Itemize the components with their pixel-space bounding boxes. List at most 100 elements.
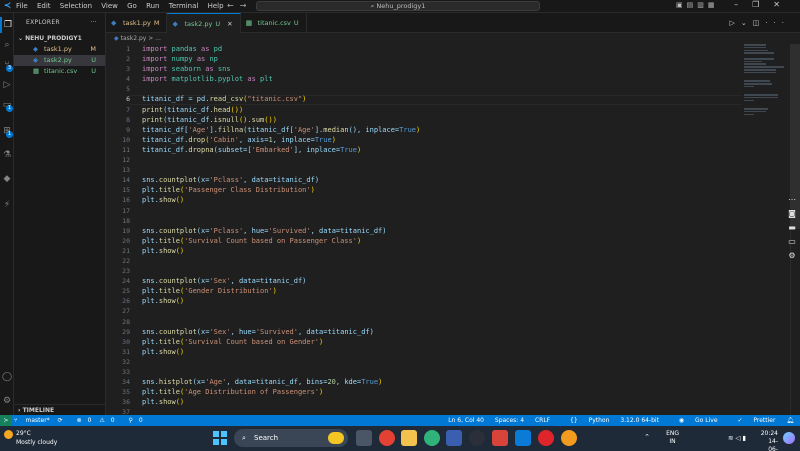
explorer-icon[interactable]: ❐ (0, 17, 14, 33)
code-line[interactable]: plt.title('Survival Count based on Passe… (142, 236, 742, 246)
command-center-search[interactable]: ⌕ Nehu_prodigy1 (256, 1, 540, 11)
menu-selection[interactable]: Selection (60, 2, 92, 10)
code-line[interactable]: plt.show() (142, 347, 742, 357)
language-indicator[interactable]: ENG IN (666, 430, 679, 446)
app-icon[interactable] (492, 430, 508, 446)
window-controls[interactable]: –❐✕ (734, 0, 794, 9)
source-control-icon[interactable]: ⑂3 (0, 57, 14, 73)
branch-indicator[interactable]: ⑂ master* ⟳ (14, 417, 69, 424)
code-content[interactable]: import pandas as pd import numpy as np imp… (142, 44, 742, 417)
code-line[interactable]: import pandas as pd (142, 44, 742, 54)
menu-view[interactable]: View (101, 2, 118, 10)
tab-task1[interactable]: ◆ task1.py M (106, 13, 168, 33)
run-debug-icon[interactable]: ▷ (0, 77, 14, 93)
code-line[interactable]: import seaborn as sns (142, 64, 742, 74)
code-line[interactable]: plt.title('Passenger Class Distribution'… (142, 185, 742, 195)
menu-help[interactable]: Help (208, 2, 224, 10)
chrome-icon[interactable] (379, 430, 395, 446)
code-line[interactable]: sns.histplot(x='Age', data=titanic_df, b… (142, 377, 742, 387)
code-line[interactable] (142, 367, 742, 377)
indentation[interactable]: Spaces: 4 (495, 417, 524, 424)
settings-gear-icon[interactable]: ⚙ (0, 393, 14, 409)
prettier-button[interactable]: ✓ Prettier (728, 417, 775, 424)
code-line[interactable]: titanic_df = pd.read_csv("titanic.csv") (142, 94, 742, 104)
clock[interactable]: 20:24 14-06-2024 (761, 430, 778, 451)
code-line[interactable]: sns.countplot(x='Sex', hue='Survived', d… (142, 327, 742, 337)
menu-run[interactable]: Run (146, 2, 159, 10)
more-actions-icon[interactable]: ··· (90, 13, 97, 33)
code-line[interactable] (142, 256, 742, 266)
code-line[interactable] (142, 306, 742, 316)
code-line[interactable]: plt.show() (142, 397, 742, 407)
editor-actions[interactable]: ▷⌄◫··· (729, 13, 790, 33)
code-line[interactable]: sns.countplot(x='Sex', data=titanic_df) (142, 276, 742, 286)
video-icon[interactable]: ▬ (784, 221, 800, 235)
problems-indicator[interactable]: ⊗ 0 ⚠ 0 (77, 417, 121, 424)
file-explorer-icon[interactable] (401, 430, 417, 446)
go-live-button[interactable]: ◉ Go Live (670, 417, 718, 424)
close-icon[interactable]: ✕ (227, 20, 232, 28)
menu-file[interactable]: File (16, 2, 28, 10)
code-line[interactable]: sns.countplot(x='Pclass', data=titanic_d… (142, 175, 742, 185)
code-line[interactable]: print(titanic_df.isnull().sum()) (142, 115, 742, 125)
code-line[interactable] (142, 216, 742, 226)
file-item-titanic[interactable]: ▦ titanic.csv U (14, 66, 105, 77)
menu-terminal[interactable]: Terminal (169, 2, 199, 10)
folder-root[interactable]: ⌄ NEHU_PRODIGY1 (14, 33, 105, 44)
dell-icon[interactable] (469, 430, 485, 446)
line-ending[interactable]: CRLF (535, 417, 550, 424)
code-line[interactable]: plt.title('Gender Distribution') (142, 286, 742, 296)
taskbar-search[interactable]: ⌕ Search (234, 429, 348, 447)
code-line[interactable] (142, 165, 742, 175)
record-icon[interactable] (538, 430, 554, 446)
code-editor[interactable]: 1 2 3 4 5 6 7 8 9 10 11 12 13 14 15 16 17 18 19 20 21 22 23 24 2… (106, 44, 800, 417)
screen-share-icon[interactable]: ▭ (784, 235, 800, 249)
breadcrumb[interactable]: ◆ task2.py > ... (106, 33, 161, 44)
notifications-bell-icon[interactable]: 🔔︎ (786, 417, 794, 424)
code-line[interactable]: titanic_df.drop('Cabin', axis=1, inplace… (142, 135, 742, 145)
language-mode[interactable]: {} Python (561, 417, 609, 424)
code-line[interactable]: plt.show() (142, 195, 742, 205)
timeline-section[interactable]: › TIMELINE (14, 404, 106, 415)
menu-edit[interactable]: Edit (37, 2, 51, 10)
code-line[interactable]: import matplotlib.pyplot as plt (142, 74, 742, 84)
layout-toggle-icons[interactable]: ▣▤▥▦ (676, 1, 718, 9)
code-line[interactable] (142, 206, 742, 216)
account-icon[interactable]: ◯ (0, 369, 14, 385)
extensions-icon[interactable]: ⊞1 (0, 123, 14, 139)
nav-back-forward-icon[interactable]: ←→ (227, 1, 252, 10)
code-line[interactable]: plt.title('Age Distribution of Passenger… (142, 387, 742, 397)
cursor-position[interactable]: Ln 6, Col 40 (448, 417, 484, 424)
minimap[interactable] (744, 44, 788, 116)
testing-icon[interactable]: ⚗ (0, 147, 14, 163)
code-line[interactable]: sns.countplot(x='Pclass', hue='Survived'… (142, 226, 742, 236)
wifi-volume-battery-icons[interactable]: ≋◁▮ (728, 434, 748, 442)
search-view-icon[interactable]: ⌕ (0, 37, 14, 53)
remote-explorer-icon[interactable]: ▭1 (0, 97, 14, 113)
code-line[interactable] (142, 317, 742, 327)
microsoft-store-icon[interactable] (446, 430, 462, 446)
chrome-alt-icon[interactable] (561, 430, 577, 446)
code-line[interactable]: titanic_df.dropna(subset=['Embarked'], i… (142, 145, 742, 155)
code-line[interactable] (142, 155, 742, 165)
edge-icon[interactable] (424, 430, 440, 446)
copilot-icon[interactable] (783, 432, 795, 444)
camera-icon[interactable]: ◙ (784, 207, 800, 221)
more-options-icon[interactable]: ⋯ (784, 193, 800, 207)
vscode-taskbar-icon[interactable] (515, 430, 531, 446)
file-item-task2[interactable]: ◆ task2.py U (14, 55, 105, 66)
code-line[interactable] (142, 84, 742, 94)
code-line[interactable] (142, 357, 742, 367)
code-line[interactable]: print(titanic_df.head()) (142, 105, 742, 115)
file-item-task1[interactable]: ◆ task1.py M (14, 44, 105, 55)
ports-indicator[interactable]: ⚲ 0 (128, 417, 148, 424)
code-line[interactable] (142, 266, 742, 276)
remote-indicator-icon[interactable]: ≻ (0, 415, 12, 426)
code-line[interactable]: titanic_df['Age'].fillna(titanic_df['Age… (142, 125, 742, 135)
weather-widget[interactable]: 29°C Mostly cloudy (4, 429, 57, 447)
python-interpreter[interactable]: 3.12.0 64-bit (620, 417, 659, 424)
tab-task2[interactable]: ◆ task2.py U ✕ (167, 13, 241, 33)
task-view-icon[interactable] (356, 430, 372, 446)
python-icon[interactable]: ◆ (0, 171, 14, 187)
code-line[interactable]: plt.title('Survival Count based on Gende… (142, 337, 742, 347)
